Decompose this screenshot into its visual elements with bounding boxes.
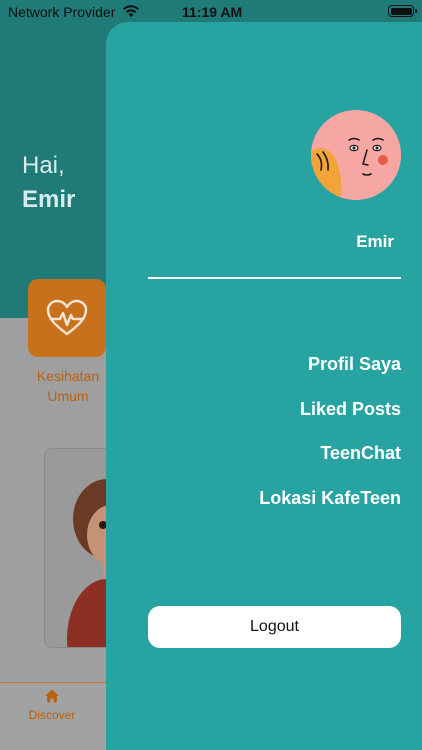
greeting-user-name: Emir — [22, 186, 76, 213]
logout-button[interactable]: Logout — [148, 606, 401, 648]
greeting-text: Hai, — [22, 152, 65, 179]
battery-icon — [388, 5, 417, 17]
heart-pulse-icon — [46, 299, 88, 336]
wifi-icon — [123, 5, 139, 17]
avatar[interactable] — [311, 110, 401, 200]
menu-item-teenchat[interactable]: TeenChat — [259, 441, 401, 486]
drawer-divider — [148, 277, 401, 279]
category-tile-kesihatan[interactable] — [28, 279, 106, 357]
side-drawer: Emir Profil Saya Liked Posts TeenChat Lo… — [106, 22, 422, 750]
category-label: Kesihatan Umum — [36, 368, 100, 404]
menu-item-profil-saya[interactable]: Profil Saya — [259, 352, 401, 397]
drawer-menu: Profil Saya Liked Posts TeenChat Lokasi … — [259, 352, 401, 530]
home-icon — [45, 689, 59, 703]
menu-item-liked-posts[interactable]: Liked Posts — [259, 397, 401, 442]
avatar-face-illustration — [311, 110, 401, 200]
status-bar: Network Provider 11:19 AM — [0, 0, 422, 24]
menu-item-lokasi-kafeteen[interactable]: Lokasi KafeTeen — [259, 486, 401, 531]
clock: 11:19 AM — [182, 4, 243, 20]
nav-discover-label: Discover — [28, 708, 76, 722]
drawer-username: Emir — [356, 232, 394, 251]
carrier-name: Network Provider — [8, 4, 116, 20]
nav-discover[interactable]: Discover — [22, 688, 82, 722]
